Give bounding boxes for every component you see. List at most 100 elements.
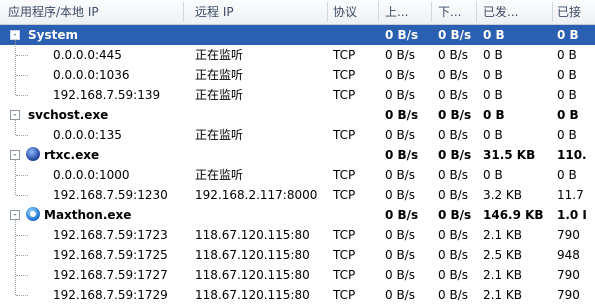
upload-rate: 0 B/s bbox=[385, 228, 415, 242]
download-rate: 0 B/s bbox=[438, 208, 472, 222]
column-sent[interactable]: 已发... bbox=[483, 0, 553, 24]
protocol: TCP bbox=[333, 88, 356, 102]
column-separator[interactable] bbox=[327, 2, 328, 22]
bytes-sent: 146.9 KB bbox=[483, 208, 544, 222]
download-rate: 0 B/s bbox=[438, 268, 468, 282]
process-row[interactable]: - System 0 B/s 0 B/s 0 B 0 B bbox=[0, 25, 595, 45]
download-rate: 0 B/s bbox=[438, 228, 468, 242]
collapse-toggle-icon[interactable]: - bbox=[10, 110, 20, 120]
column-separator[interactable] bbox=[476, 2, 477, 22]
connection-row[interactable]: 192.168.7.59:1729 118.67.120.115:80 TCP 0 B… bbox=[0, 285, 595, 305]
bytes-sent: 0 B bbox=[483, 88, 503, 102]
bytes-received: 0 B bbox=[557, 128, 577, 142]
connection-row[interactable]: 192.168.7.59:1727 118.67.120.115:80 TCP 0 B… bbox=[0, 265, 595, 285]
connection-row[interactable]: 0.0.0.0:135 正在监听 TCP 0 B/s 0 B/s 0 B 0 B bbox=[0, 125, 595, 145]
download-rate: 0 B/s bbox=[438, 248, 468, 262]
local-ip: 192.168.7.59:1729 bbox=[53, 288, 168, 302]
download-rate: 0 B/s bbox=[438, 28, 472, 42]
download-rate: 0 B/s bbox=[438, 128, 468, 142]
protocol: TCP bbox=[333, 68, 356, 82]
bytes-sent: 2.1 KB bbox=[483, 228, 522, 242]
protocol: TCP bbox=[333, 228, 356, 242]
download-rate: 0 B/s bbox=[438, 188, 468, 202]
remote-ip: 118.67.120.115:80 bbox=[195, 228, 310, 242]
tree-branch bbox=[16, 175, 28, 176]
bytes-sent: 2.1 KB bbox=[483, 288, 522, 302]
connection-row[interactable]: 0.0.0.0:1036 正在监听 TCP 0 B/s 0 B/s 0 B 0 B bbox=[0, 65, 595, 85]
remote-ip: 正在监听 bbox=[195, 48, 244, 62]
local-ip: 0.0.0.0:135 bbox=[53, 128, 122, 142]
download-rate: 0 B/s bbox=[438, 168, 468, 182]
remote-ip: 118.67.120.115:80 bbox=[195, 248, 310, 262]
local-ip: 192.168.7.59:1727 bbox=[53, 268, 168, 282]
local-ip: 192.168.7.59:1723 bbox=[53, 228, 168, 242]
bytes-sent: 0 B bbox=[483, 128, 503, 142]
network-connections-window: 应用程序/本地 IP 远程 IP 协议 上... 下... 已发... 已接 - System… bbox=[0, 0, 595, 305]
remote-ip: 118.67.120.115:80 bbox=[195, 288, 310, 302]
column-protocol[interactable]: 协议 bbox=[333, 0, 373, 24]
collapse-toggle-icon[interactable]: - bbox=[10, 150, 20, 160]
column-separator[interactable] bbox=[378, 2, 379, 22]
protocol: TCP bbox=[333, 168, 356, 182]
process-name: System bbox=[28, 28, 78, 42]
connection-row[interactable]: 0.0.0.0:1000 正在监听 TCP 0 B/s 0 B/s 0 B 0 B bbox=[0, 165, 595, 185]
column-received[interactable]: 已接 bbox=[557, 0, 595, 24]
process-name: rtxc.exe bbox=[44, 148, 100, 162]
protocol: TCP bbox=[333, 48, 356, 62]
tree-branch bbox=[16, 75, 28, 76]
bytes-received: 110. bbox=[557, 148, 587, 162]
connections-tree: - System 0 B/s 0 B/s 0 B0 B 0.0.0.0:445 正在监听 TC… bbox=[0, 25, 595, 305]
column-header: 应用程序/本地 IP 远程 IP 协议 上... 下... 已发... 已接 bbox=[0, 0, 595, 25]
remote-ip: 192.168.2.117:8000 bbox=[195, 188, 318, 202]
upload-rate: 0 B/s bbox=[385, 48, 415, 62]
column-remote-ip[interactable]: 远程 IP bbox=[195, 0, 325, 24]
remote-ip: 118.67.120.115:80 bbox=[195, 268, 310, 282]
tree-branch bbox=[16, 255, 28, 256]
process-row[interactable]: - rtxc.exe 0 B/s 0 B/s 31.5 KB 110. bbox=[0, 145, 595, 165]
upload-rate: 0 B/s bbox=[385, 88, 415, 102]
upload-rate: 0 B/s bbox=[385, 28, 419, 42]
bytes-sent: 3.2 KB bbox=[483, 188, 522, 202]
protocol: TCP bbox=[333, 128, 356, 142]
remote-ip: 正在监听 bbox=[195, 68, 244, 82]
local-ip: 0.0.0.0:1000 bbox=[53, 168, 130, 182]
connection-row[interactable]: 192.168.7.59:1725 118.67.120.115:80 TCP 0 B… bbox=[0, 245, 595, 265]
column-upload[interactable]: 上... bbox=[385, 0, 430, 24]
protocol: TCP bbox=[333, 248, 356, 262]
column-separator[interactable] bbox=[552, 2, 553, 22]
column-separator[interactable] bbox=[431, 2, 432, 22]
upload-rate: 0 B/s bbox=[385, 168, 415, 182]
collapse-toggle-icon[interactable]: - bbox=[10, 30, 20, 40]
bytes-sent: 0 B bbox=[483, 28, 505, 42]
connection-row[interactable]: 192.168.7.59:139 正在监听 TCP 0 B/s 0 B/s 0 B 0 B bbox=[0, 85, 595, 105]
upload-rate: 0 B/s bbox=[385, 108, 419, 122]
bytes-received: 790 bbox=[557, 268, 580, 282]
connection-row[interactable]: 192.168.7.59:1230 192.168.2.117:8000 TCP 0 … bbox=[0, 185, 595, 205]
tree-branch bbox=[16, 135, 28, 136]
column-app-local-ip[interactable]: 应用程序/本地 IP bbox=[8, 0, 180, 24]
collapse-toggle-icon[interactable]: - bbox=[10, 210, 20, 220]
protocol: TCP bbox=[333, 188, 356, 202]
column-separator[interactable] bbox=[183, 2, 184, 22]
local-ip: 192.168.7.59:1725 bbox=[53, 248, 168, 262]
protocol: TCP bbox=[333, 268, 356, 282]
tree-branch bbox=[16, 275, 28, 276]
connection-row[interactable]: 192.168.7.59:1723 118.67.120.115:80 TCP 0 B… bbox=[0, 225, 595, 245]
upload-rate: 0 B/s bbox=[385, 188, 415, 202]
bytes-received: 0 B bbox=[557, 28, 579, 42]
connection-row[interactable]: 0.0.0.0:445 正在监听 TCP 0 B/s 0 B/s 0 B 0 B bbox=[0, 45, 595, 65]
download-rate: 0 B/s bbox=[438, 88, 468, 102]
local-ip: 192.168.7.59:1230 bbox=[53, 188, 168, 202]
process-name: svchost.exe bbox=[28, 108, 109, 122]
process-row[interactable]: - Maxthon.exe 0 B/s 0 B/s 146.9 KB 1.0 I bbox=[0, 205, 595, 225]
download-rate: 0 B/s bbox=[438, 48, 468, 62]
bytes-sent: 0 B bbox=[483, 168, 503, 182]
process-row[interactable]: - svchost.exe 0 B/s 0 B/s 0 B 0 B bbox=[0, 105, 595, 125]
bytes-sent: 2.5 KB bbox=[483, 248, 522, 262]
bytes-received: 11.7 bbox=[557, 188, 584, 202]
bytes-received: 790 bbox=[557, 228, 580, 242]
bytes-sent: 0 B bbox=[483, 108, 505, 122]
maxthon-app-icon bbox=[26, 207, 40, 221]
bytes-received: 0 B bbox=[557, 68, 577, 82]
bytes-sent: 0 B bbox=[483, 68, 503, 82]
